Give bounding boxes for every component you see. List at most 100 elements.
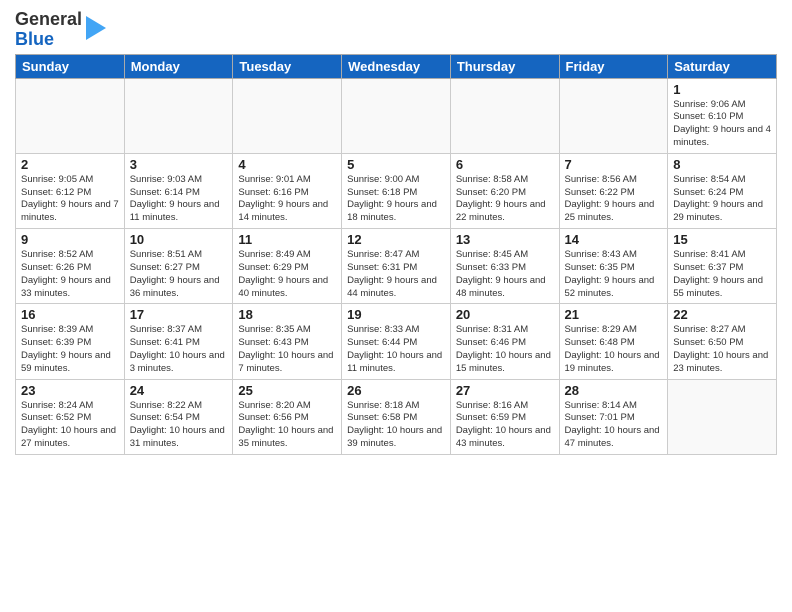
calendar-cell: 1 Sunrise: 9:06 AM Sunset: 6:10 PM Daylig… — [668, 78, 777, 153]
day-info: Sunrise: 9:06 AM Sunset: 6:10 PM Dayligh… — [673, 99, 771, 150]
day-number: 8 — [673, 157, 771, 172]
calendar-body: 1 Sunrise: 9:06 AM Sunset: 6:10 PM Daylig… — [16, 78, 777, 454]
day-info: Sunrise: 8:43 AM Sunset: 6:35 PM Dayligh… — [565, 249, 663, 300]
calendar-cell: 10Sunrise: 8:51 AM Sunset: 6:27 PM Dayli… — [124, 229, 233, 304]
calendar-cell: 23 Sunrise: 8:24 AM Sunset: 6:52 PM Dayli… — [16, 379, 125, 454]
calendar-cell: 28Sunrise: 8:14 AM Sunset: 7:01 PM Dayli… — [559, 379, 668, 454]
day-info: Sunrise: 8:41 AM Sunset: 6:37 PM Dayligh… — [673, 249, 771, 300]
day-info: Sunrise: 9:01 AM Sunset: 6:16 PM Dayligh… — [238, 174, 336, 225]
calendar-cell: 25 Sunrise: 8:20 AM Sunset: 6:56 PM Dayli… — [233, 379, 342, 454]
weekday-sunday: Sunday — [16, 54, 125, 78]
calendar-header: SundayMondayTuesdayWednesdayThursdayFrid… — [16, 54, 777, 78]
day-number: 21 — [565, 307, 663, 322]
calendar-cell: 20 Sunrise: 8:31 AM Sunset: 6:46 PM Dayli… — [450, 304, 559, 379]
logo-text: General Blue — [15, 10, 106, 50]
day-number: 18 — [238, 307, 336, 322]
day-info: Sunrise: 8:54 AM Sunset: 6:24 PM Dayligh… — [673, 174, 771, 225]
calendar-cell: 19Sunrise: 8:33 AM Sunset: 6:44 PM Dayli… — [342, 304, 451, 379]
day-info: Sunrise: 8:49 AM Sunset: 6:29 PM Dayligh… — [238, 249, 336, 300]
logo-arrow-icon — [86, 16, 106, 40]
weekday-header-row: SundayMondayTuesdayWednesdayThursdayFrid… — [16, 54, 777, 78]
day-number: 16 — [21, 307, 119, 322]
day-number: 6 — [456, 157, 554, 172]
calendar-week-4: 23 Sunrise: 8:24 AM Sunset: 6:52 PM Dayli… — [16, 379, 777, 454]
calendar-cell — [559, 78, 668, 153]
day-info: Sunrise: 8:33 AM Sunset: 6:44 PM Dayligh… — [347, 324, 445, 375]
day-number: 25 — [238, 383, 336, 398]
day-info: Sunrise: 8:35 AM Sunset: 6:43 PM Dayligh… — [238, 324, 336, 375]
calendar-cell — [233, 78, 342, 153]
day-info: Sunrise: 8:37 AM Sunset: 6:41 PM Dayligh… — [130, 324, 228, 375]
day-info: Sunrise: 8:18 AM Sunset: 6:58 PM Dayligh… — [347, 400, 445, 451]
calendar-cell: 8 Sunrise: 8:54 AM Sunset: 6:24 PM Daylig… — [668, 153, 777, 228]
weekday-tuesday: Tuesday — [233, 54, 342, 78]
calendar-cell: 12 Sunrise: 8:47 AM Sunset: 6:31 PM Dayli… — [342, 229, 451, 304]
day-info: Sunrise: 8:39 AM Sunset: 6:39 PM Dayligh… — [21, 324, 119, 375]
day-info: Sunrise: 8:45 AM Sunset: 6:33 PM Dayligh… — [456, 249, 554, 300]
day-number: 17 — [130, 307, 228, 322]
day-info: Sunrise: 8:47 AM Sunset: 6:31 PM Dayligh… — [347, 249, 445, 300]
weekday-wednesday: Wednesday — [342, 54, 451, 78]
calendar-cell: 18 Sunrise: 8:35 AM Sunset: 6:43 PM Dayli… — [233, 304, 342, 379]
day-number: 12 — [347, 232, 445, 247]
day-number: 22 — [673, 307, 771, 322]
calendar-cell: 15 Sunrise: 8:41 AM Sunset: 6:37 PM Dayli… — [668, 229, 777, 304]
day-number: 2 — [21, 157, 119, 172]
calendar-cell: 9 Sunrise: 8:52 AM Sunset: 6:26 PM Daylig… — [16, 229, 125, 304]
day-info: Sunrise: 8:20 AM Sunset: 6:56 PM Dayligh… — [238, 400, 336, 451]
day-info: Sunrise: 8:56 AM Sunset: 6:22 PM Dayligh… — [565, 174, 663, 225]
day-number: 24 — [130, 383, 228, 398]
day-number: 15 — [673, 232, 771, 247]
calendar-cell — [342, 78, 451, 153]
calendar-cell: 6 Sunrise: 8:58 AM Sunset: 6:20 PM Daylig… — [450, 153, 559, 228]
day-number: 27 — [456, 383, 554, 398]
day-info: Sunrise: 9:05 AM Sunset: 6:12 PM Dayligh… — [21, 174, 119, 225]
day-info: Sunrise: 9:00 AM Sunset: 6:18 PM Dayligh… — [347, 174, 445, 225]
day-number: 23 — [21, 383, 119, 398]
calendar-cell — [124, 78, 233, 153]
calendar-cell: 16 Sunrise: 8:39 AM Sunset: 6:39 PM Dayli… — [16, 304, 125, 379]
calendar-week-0: 1 Sunrise: 9:06 AM Sunset: 6:10 PM Daylig… — [16, 78, 777, 153]
calendar-cell: 4Sunrise: 9:01 AM Sunset: 6:16 PM Daylig… — [233, 153, 342, 228]
calendar-cell: 7Sunrise: 8:56 AM Sunset: 6:22 PM Daylig… — [559, 153, 668, 228]
page-container: General Blue SundayMondayTuesdayWednesda… — [0, 0, 792, 465]
logo-general: General — [15, 9, 82, 29]
day-info: Sunrise: 8:22 AM Sunset: 6:54 PM Dayligh… — [130, 400, 228, 451]
logo-blue: Blue — [15, 29, 54, 49]
day-number: 26 — [347, 383, 445, 398]
calendar-cell: 13 Sunrise: 8:45 AM Sunset: 6:33 PM Dayli… — [450, 229, 559, 304]
day-number: 9 — [21, 232, 119, 247]
day-number: 1 — [673, 82, 771, 97]
calendar-week-1: 2 Sunrise: 9:05 AM Sunset: 6:12 PM Daylig… — [16, 153, 777, 228]
day-info: Sunrise: 8:52 AM Sunset: 6:26 PM Dayligh… — [21, 249, 119, 300]
weekday-monday: Monday — [124, 54, 233, 78]
day-number: 3 — [130, 157, 228, 172]
calendar-cell — [668, 379, 777, 454]
day-info: Sunrise: 8:29 AM Sunset: 6:48 PM Dayligh… — [565, 324, 663, 375]
calendar-cell: 3Sunrise: 9:03 AM Sunset: 6:14 PM Daylig… — [124, 153, 233, 228]
calendar-table: SundayMondayTuesdayWednesdayThursdayFrid… — [15, 54, 777, 455]
day-info: Sunrise: 8:24 AM Sunset: 6:52 PM Dayligh… — [21, 400, 119, 451]
calendar-cell: 2 Sunrise: 9:05 AM Sunset: 6:12 PM Daylig… — [16, 153, 125, 228]
calendar-week-2: 9 Sunrise: 8:52 AM Sunset: 6:26 PM Daylig… — [16, 229, 777, 304]
calendar-cell: 11 Sunrise: 8:49 AM Sunset: 6:29 PM Dayli… — [233, 229, 342, 304]
day-info: Sunrise: 8:27 AM Sunset: 6:50 PM Dayligh… — [673, 324, 771, 375]
calendar-cell — [16, 78, 125, 153]
logo: General Blue — [15, 10, 106, 50]
weekday-friday: Friday — [559, 54, 668, 78]
day-number: 10 — [130, 232, 228, 247]
calendar-cell — [450, 78, 559, 153]
calendar-cell: 24 Sunrise: 8:22 AM Sunset: 6:54 PM Dayli… — [124, 379, 233, 454]
calendar-cell: 17 Sunrise: 8:37 AM Sunset: 6:41 PM Dayli… — [124, 304, 233, 379]
day-number: 20 — [456, 307, 554, 322]
calendar-cell: 14Sunrise: 8:43 AM Sunset: 6:35 PM Dayli… — [559, 229, 668, 304]
day-info: Sunrise: 8:58 AM Sunset: 6:20 PM Dayligh… — [456, 174, 554, 225]
day-info: Sunrise: 8:14 AM Sunset: 7:01 PM Dayligh… — [565, 400, 663, 451]
calendar-cell: 21 Sunrise: 8:29 AM Sunset: 6:48 PM Dayli… — [559, 304, 668, 379]
day-info: Sunrise: 8:31 AM Sunset: 6:46 PM Dayligh… — [456, 324, 554, 375]
day-number: 13 — [456, 232, 554, 247]
day-number: 11 — [238, 232, 336, 247]
weekday-thursday: Thursday — [450, 54, 559, 78]
day-number: 5 — [347, 157, 445, 172]
calendar-cell: 22 Sunrise: 8:27 AM Sunset: 6:50 PM Dayli… — [668, 304, 777, 379]
